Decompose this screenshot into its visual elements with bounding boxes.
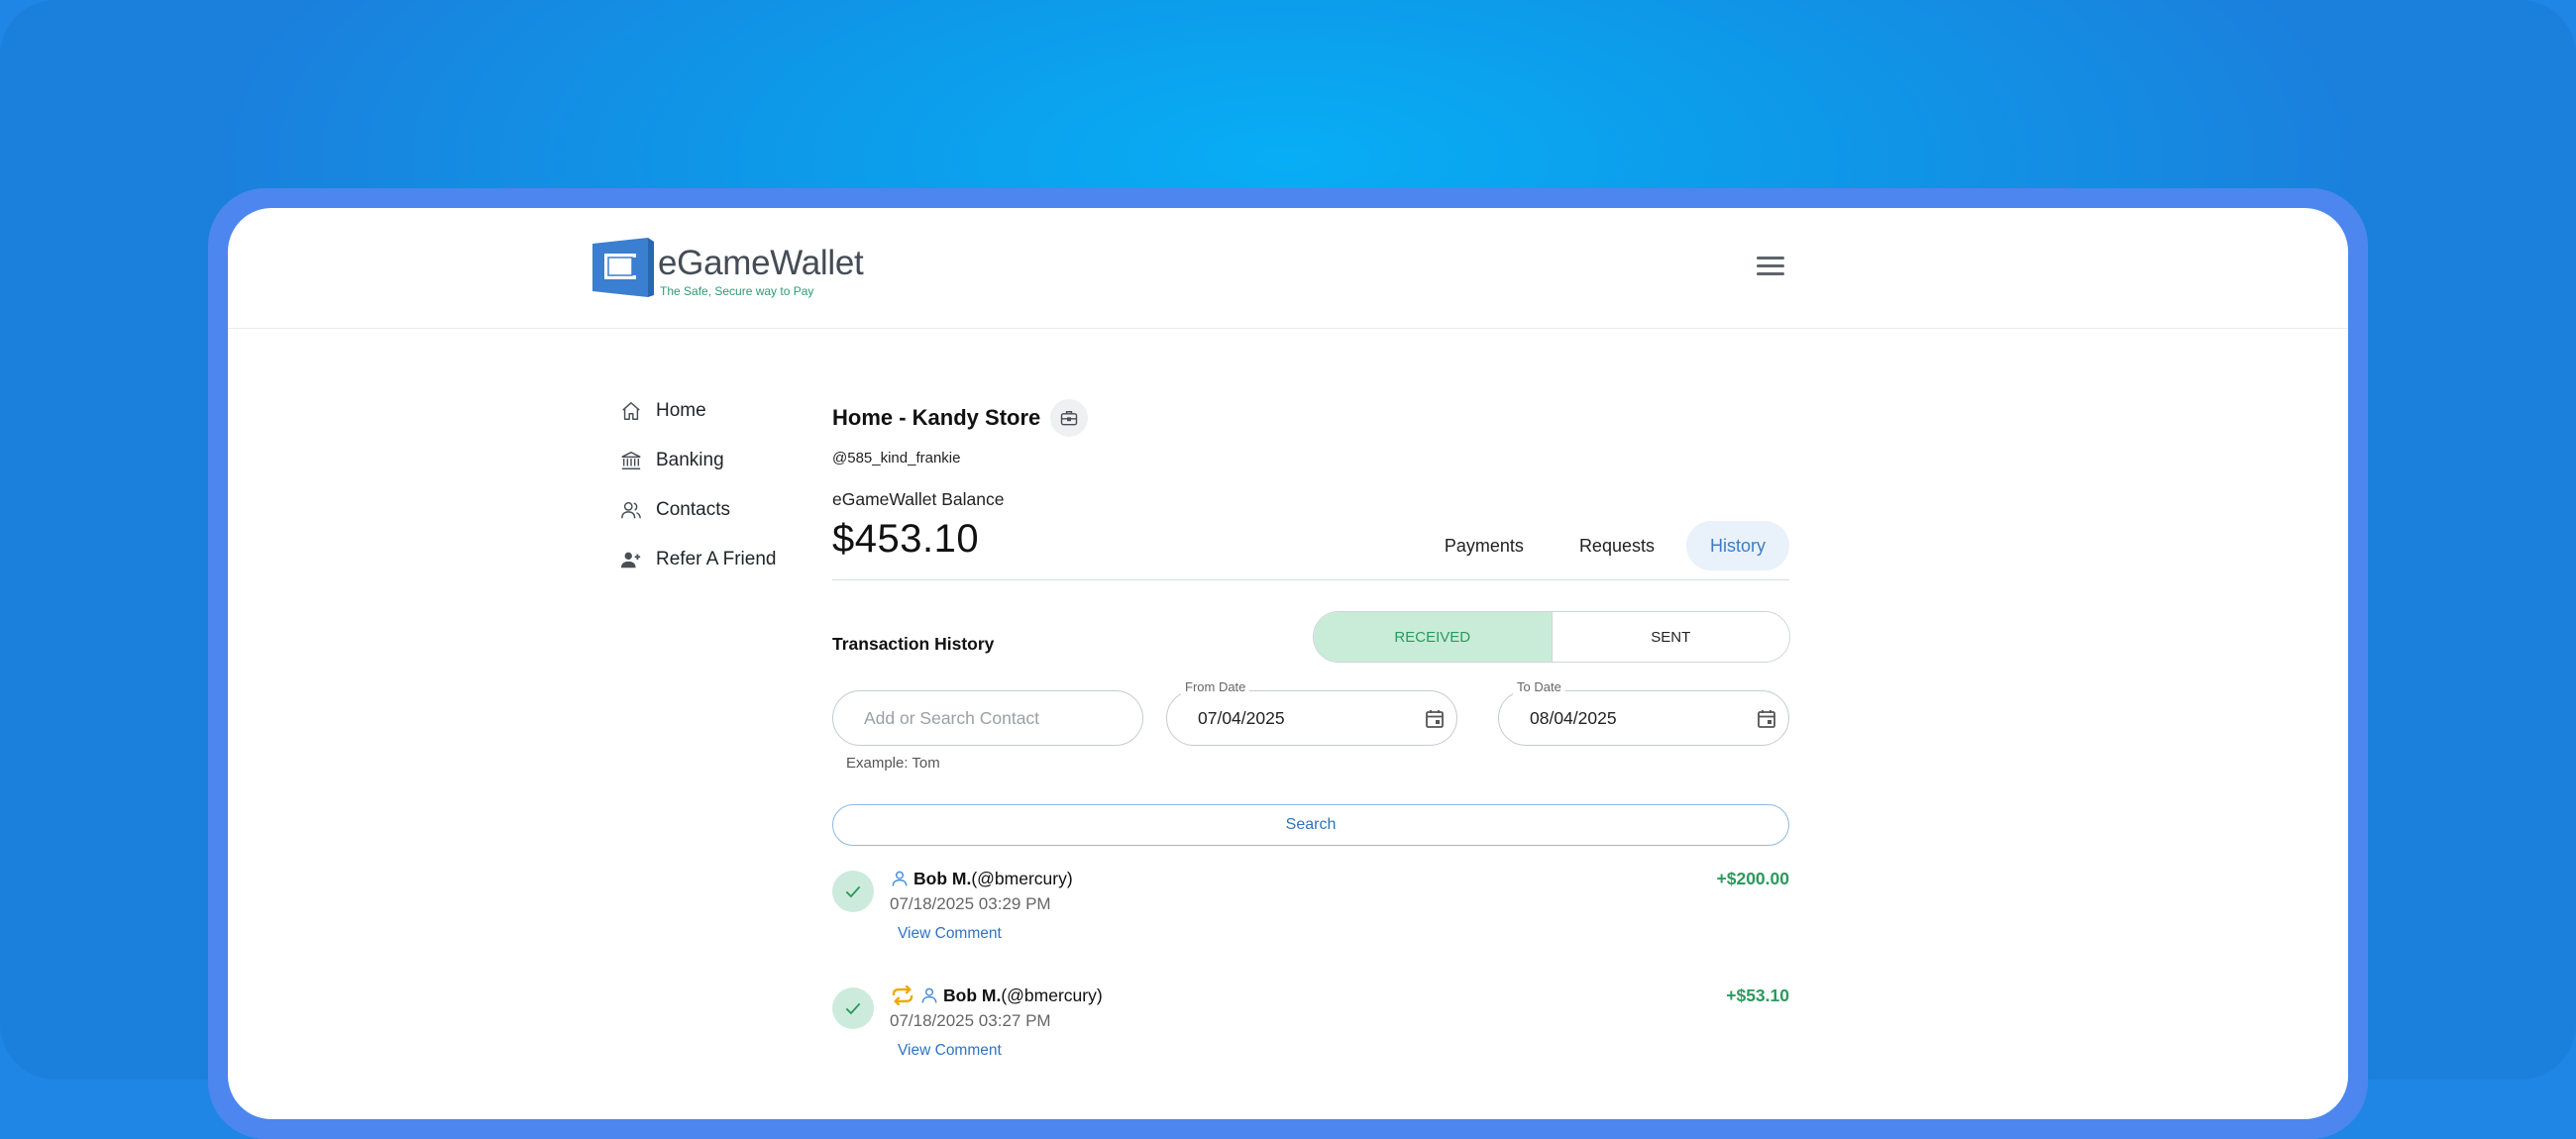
transaction-item: Bob M. (@bmercury) 07/18/2025 03:29 PM V… (832, 867, 1789, 966)
transaction-handle: (@bmercury) (1001, 984, 1103, 1005)
briefcase-icon (1061, 411, 1078, 426)
brand-name: eGameWallet (658, 244, 864, 282)
to-date-label: To Date (1513, 679, 1565, 694)
wallet-logo-icon (592, 238, 654, 297)
transaction-party: Bob M. (@bmercury) (890, 867, 1073, 890)
from-date-input[interactable] (1196, 707, 1398, 730)
to-date-input[interactable] (1528, 707, 1730, 730)
view-comment-link[interactable]: View Comment (898, 1042, 1002, 1060)
briefcase-button[interactable] (1050, 399, 1089, 437)
view-comment-link[interactable]: View Comment (898, 925, 1002, 943)
page-header: Home - Kandy Store (832, 398, 1089, 438)
tab-requests[interactable]: Requests (1556, 521, 1678, 570)
transaction-handle: (@bmercury) (971, 868, 1073, 888)
transaction-item: Bob M. (@bmercury) 07/18/2025 03:27 PM V… (832, 984, 1789, 1083)
brand-tagline: The Safe, Secure way to Pay (660, 284, 814, 298)
balance-amount: $453.10 (832, 517, 980, 561)
sidebar-item-banking[interactable]: Banking (620, 436, 818, 485)
sidebar-item-home[interactable]: Home (620, 386, 818, 436)
top-bar: eGameWallet The Safe, Secure way to Pay (228, 208, 2348, 329)
balance-label: eGameWallet Balance (832, 489, 1005, 509)
person-icon (892, 871, 908, 886)
transaction-name: Bob M. (943, 984, 1002, 1005)
bank-icon (621, 451, 641, 469)
check-icon (832, 871, 874, 912)
sidebar-item-label: Banking (656, 450, 724, 470)
transaction-date: 07/18/2025 03:29 PM (890, 894, 1051, 913)
tab-bar: Payments Requests History (1413, 521, 1789, 570)
app-window: eGameWallet The Safe, Secure way to Pay … (228, 208, 2348, 1119)
sidebar-item-contacts[interactable]: Contacts (620, 485, 818, 535)
tab-history[interactable]: History (1685, 521, 1789, 570)
calendar-icon[interactable] (1423, 707, 1447, 731)
home-icon (622, 402, 640, 420)
transaction-date: 07/18/2025 03:27 PM (890, 1011, 1051, 1030)
check-icon (832, 987, 874, 1029)
transaction-party: Bob M. (@bmercury) (890, 984, 1103, 1007)
recurring-icon (892, 985, 913, 1005)
add-user-icon (620, 552, 641, 569)
page-title: Home - Kandy Store (832, 405, 1041, 430)
to-date-field: To Date (1498, 679, 1789, 746)
transaction-name: Bob M. (913, 868, 972, 888)
transaction-amount: +$200.00 (1716, 869, 1789, 888)
sidebar-item-label: Refer A Friend (656, 549, 777, 570)
hamburger-menu-icon[interactable] (1754, 252, 1787, 281)
received-sent-toggle: RECEIVED SENT (1313, 611, 1790, 663)
sidebar-item-label: Home (656, 400, 706, 421)
sidebar-item-refer[interactable]: Refer A Friend (620, 535, 818, 584)
search-button[interactable]: Search (832, 804, 1789, 846)
contacts-icon (621, 501, 641, 519)
contact-search-input[interactable] (862, 707, 1064, 730)
sent-toggle-button[interactable]: SENT (1552, 612, 1789, 662)
divider (832, 579, 1789, 580)
from-date-field: From Date (1166, 679, 1457, 746)
received-toggle-button[interactable]: RECEIVED (1314, 612, 1553, 662)
person-icon (921, 987, 937, 1003)
sidebar: Home Banking Contacts Refer A Friend (620, 386, 818, 584)
from-date-label: From Date (1181, 679, 1250, 694)
sidebar-item-label: Contacts (656, 499, 730, 520)
transaction-amount: +$53.10 (1726, 985, 1789, 1005)
contact-search-field (832, 690, 1143, 746)
contact-search-helper: Example: Tom (846, 755, 940, 772)
brand-logo[interactable]: eGameWallet The Safe, Secure way to Pay (590, 236, 864, 299)
transaction-history-label: Transaction History (832, 634, 995, 654)
calendar-icon[interactable] (1755, 707, 1778, 731)
tab-payments[interactable]: Payments (1421, 521, 1548, 570)
user-handle: @585_kind_frankie (832, 450, 961, 466)
